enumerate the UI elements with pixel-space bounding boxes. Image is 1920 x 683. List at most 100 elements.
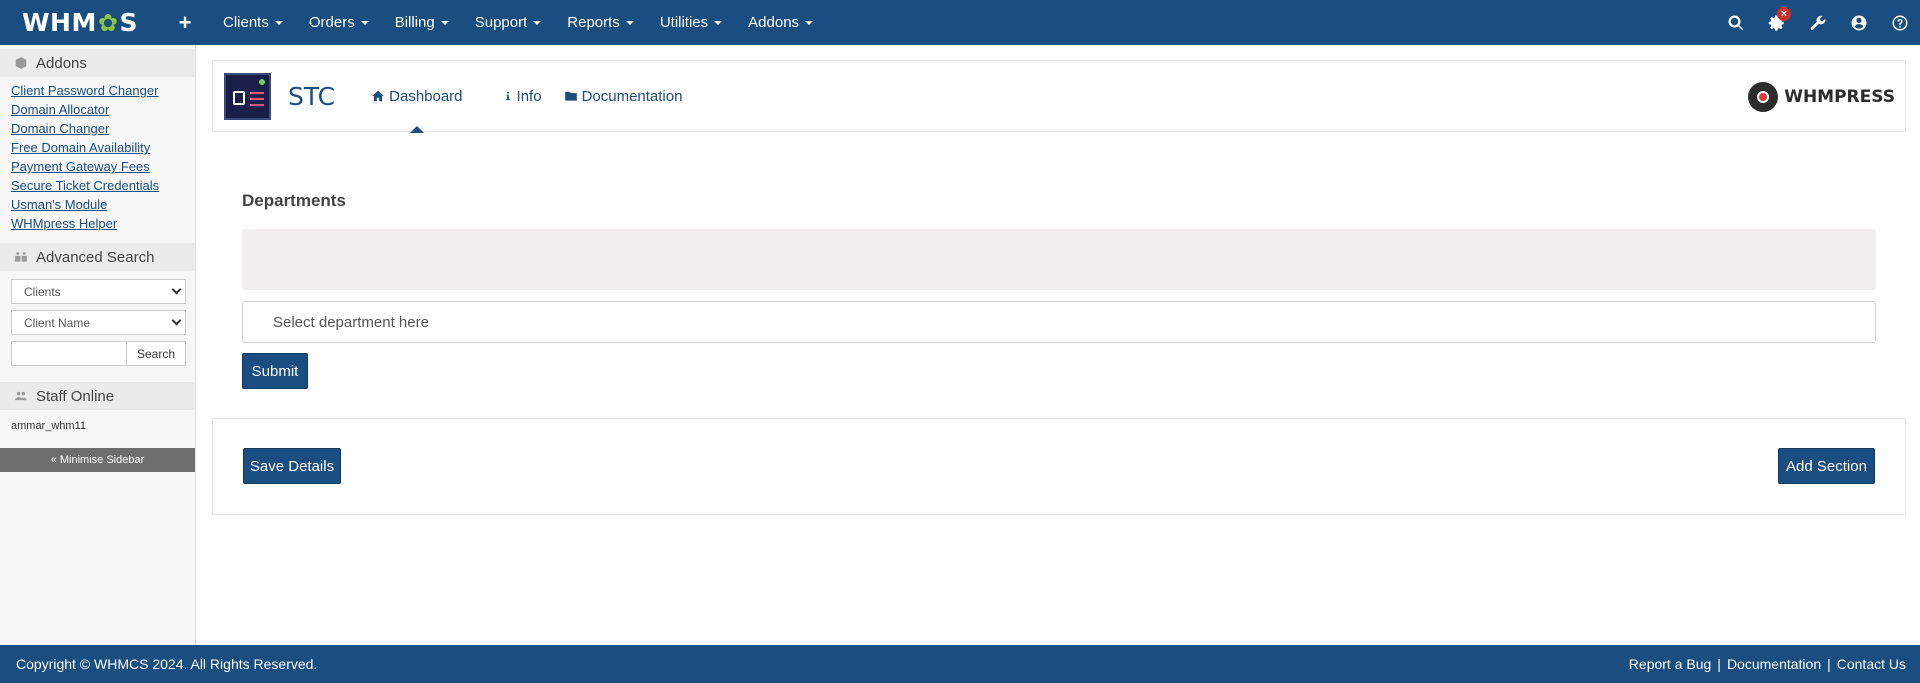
search-icon xyxy=(1727,14,1743,30)
module-header-panel: STC Dashboard Info Documentation WHMPRES… xyxy=(212,60,1906,133)
automation-status-button[interactable]: × xyxy=(1756,0,1797,45)
caret-down-icon xyxy=(805,20,814,25)
menu-orders-label: Orders xyxy=(308,14,355,31)
tab-info-label: Info xyxy=(516,87,542,105)
logo-gear-icon: ✿ xyxy=(97,8,119,37)
menu-utilities[interactable]: Utilities xyxy=(647,0,735,45)
folder-icon xyxy=(564,91,577,101)
user-circle-icon xyxy=(1851,15,1866,30)
actions-panel: Save Details Add Section xyxy=(212,418,1906,515)
departments-title: Departments xyxy=(242,191,346,210)
navbar-icons: × xyxy=(1715,0,1920,45)
tab-info[interactable]: Info xyxy=(503,60,542,132)
documentation-link[interactable]: Documentation xyxy=(1727,656,1821,672)
advanced-search-header: Advanced Search xyxy=(0,243,195,271)
search-row: Search xyxy=(11,341,186,366)
search-field-select[interactable]: Client Name xyxy=(11,310,186,335)
wrench-icon xyxy=(1810,15,1825,30)
contact-us-link[interactable]: Contact Us xyxy=(1837,656,1906,672)
search-type-value: Clients xyxy=(24,284,61,299)
footer-links: Report a Bug | Documentation | Contact U… xyxy=(1629,656,1906,672)
setup-button[interactable] xyxy=(1797,0,1838,45)
staff-online-title: Staff Online xyxy=(36,387,115,405)
menu-billing-label: Billing xyxy=(394,14,435,31)
caret-down-icon xyxy=(714,20,723,25)
report-bug-link[interactable]: Report a Bug xyxy=(1629,656,1712,672)
alert-badge: × xyxy=(1777,7,1791,21)
staff-online-header: Staff Online xyxy=(0,382,195,410)
menu-utilities-label: Utilities xyxy=(659,14,709,31)
advanced-search-form: Clients Client Name Search xyxy=(0,271,195,366)
departments-section: Departments Select department here Submi… xyxy=(212,191,1906,389)
menu-addons[interactable]: Addons xyxy=(735,0,826,45)
sidebar-link-client-password-changer[interactable]: Client Password Changer xyxy=(11,81,195,100)
addons-header: Addons xyxy=(0,49,195,77)
logo-text-prefix: WHM xyxy=(21,8,97,37)
sidebar-link-payment-gateway-fees[interactable]: Payment Gateway Fees xyxy=(11,157,195,176)
help-icon xyxy=(1892,15,1907,30)
addons-title: Addons xyxy=(36,54,87,72)
whmpress-brand[interactable]: WHMPRESS xyxy=(1748,61,1895,133)
caret-down-icon xyxy=(625,20,634,25)
minimise-sidebar-button[interactable]: « Minimise Sidebar xyxy=(0,448,195,472)
department-select[interactable]: Select department here xyxy=(242,301,1876,343)
search-field-value: Client Name xyxy=(24,315,91,330)
menu-clients[interactable]: Clients xyxy=(210,0,296,45)
main-menu: Clients Orders Billing Support Reports U… xyxy=(210,0,826,45)
caret-down-icon xyxy=(274,20,283,25)
addons-list: Client Password Changer Domain Allocator… xyxy=(0,77,195,237)
search-type-select[interactable]: Clients xyxy=(11,279,186,304)
menu-support-label: Support xyxy=(474,14,528,31)
menu-orders[interactable]: Orders xyxy=(296,0,382,45)
sidebar-link-domain-allocator[interactable]: Domain Allocator xyxy=(11,100,195,119)
tab-dashboard[interactable]: Dashboard xyxy=(371,60,463,133)
submit-button[interactable]: Submit xyxy=(242,353,308,389)
module-app-icon xyxy=(224,72,271,120)
home-icon xyxy=(372,90,384,102)
module-title: STC xyxy=(288,81,336,111)
whmpress-logo-icon xyxy=(1748,82,1779,112)
departments-area xyxy=(242,229,1876,290)
chevron-down-icon xyxy=(171,284,182,295)
brand-name: WHMPRESS xyxy=(1784,87,1895,107)
caret-down-icon xyxy=(360,20,369,25)
caret-down-icon xyxy=(440,20,449,25)
chevron-down-icon xyxy=(171,315,182,326)
caret-down-icon xyxy=(533,20,542,25)
tab-documentation[interactable]: Documentation xyxy=(564,60,683,132)
sidebar-link-secure-ticket-credentials[interactable]: Secure Ticket Credentials xyxy=(11,176,195,195)
help-button[interactable] xyxy=(1879,0,1920,45)
logo-text-suffix: S xyxy=(119,8,138,37)
staff-online-user[interactable]: ammar_whm11 xyxy=(0,410,195,442)
info-icon xyxy=(505,91,510,101)
save-details-button[interactable]: Save Details xyxy=(243,448,341,484)
top-navbar: WHM ✿ S + Clients Orders Billing Support R… xyxy=(0,0,1920,45)
whmcs-logo[interactable]: WHM ✿ S xyxy=(0,0,160,45)
menu-support[interactable]: Support xyxy=(462,0,555,45)
tab-dashboard-label: Dashboard xyxy=(389,87,463,105)
search-button[interactable] xyxy=(1715,0,1756,45)
menu-reports-label: Reports xyxy=(567,14,620,31)
sidebar-link-whmpress-helper[interactable]: WHMpress Helper xyxy=(11,214,195,233)
cube-icon xyxy=(15,57,27,69)
search-button[interactable]: Search xyxy=(127,341,186,366)
binoculars-icon xyxy=(15,252,27,262)
search-input[interactable] xyxy=(11,341,127,366)
copyright-text: Copyright © WHMCS 2024. All Rights Reser… xyxy=(16,656,318,672)
sidebar: Addons Client Password Changer Domain Al… xyxy=(0,45,196,645)
menu-reports[interactable]: Reports xyxy=(554,0,647,45)
footer-separator: | xyxy=(1717,656,1721,672)
menu-billing[interactable]: Billing xyxy=(382,0,462,45)
footer: Copyright © WHMCS 2024. All Rights Reser… xyxy=(0,645,1920,683)
quick-add-button[interactable]: + xyxy=(160,0,210,45)
menu-addons-label: Addons xyxy=(748,14,800,31)
main-content: STC Dashboard Info Documentation WHMPRES… xyxy=(212,60,1906,515)
tab-documentation-label: Documentation xyxy=(581,87,683,105)
sidebar-link-usmans-module[interactable]: Usman's Module xyxy=(11,195,195,214)
sidebar-link-domain-changer[interactable]: Domain Changer xyxy=(11,119,195,138)
add-section-button[interactable]: Add Section xyxy=(1778,448,1875,484)
profile-button[interactable] xyxy=(1838,0,1879,45)
menu-clients-label: Clients xyxy=(223,14,269,31)
users-icon xyxy=(15,391,27,401)
sidebar-link-free-domain-availability[interactable]: Free Domain Availability xyxy=(11,138,195,157)
